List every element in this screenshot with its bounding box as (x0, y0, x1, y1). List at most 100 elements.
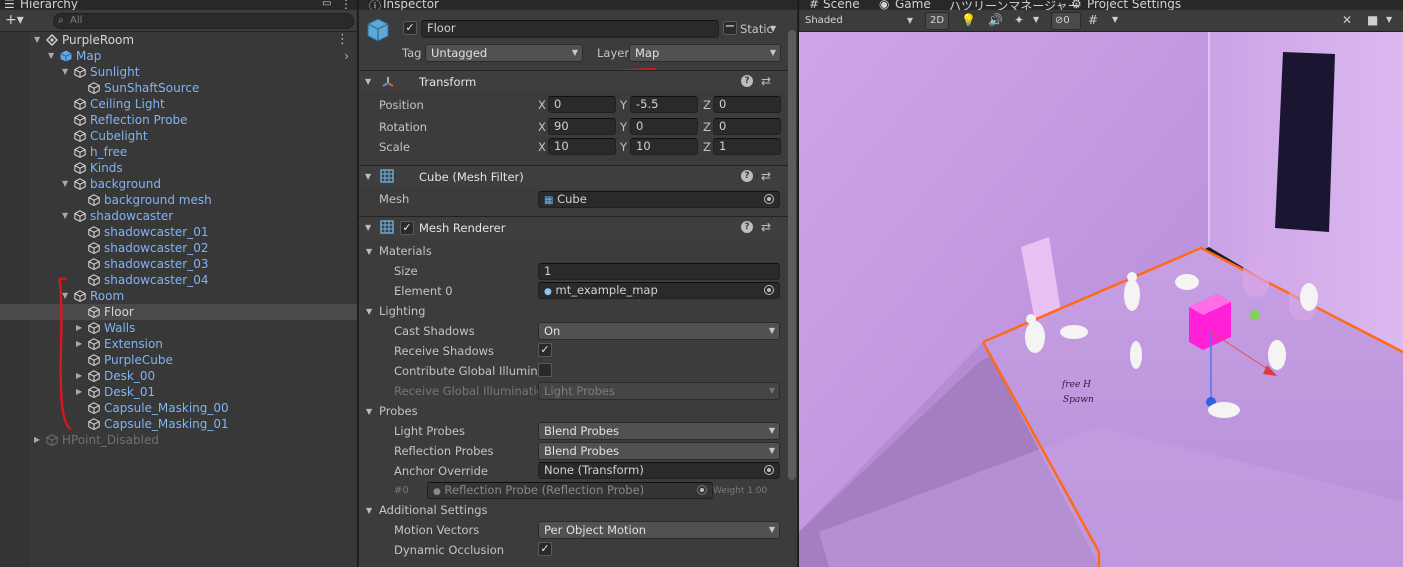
presets-icon[interactable]: ⇄ (761, 169, 771, 183)
object-picker-icon[interactable] (764, 465, 774, 475)
hierarchy-item[interactable]: ▼ PurpleRoom ⋮ (0, 32, 357, 48)
hierarchy-item[interactable]: h_free (0, 144, 357, 160)
gameobject-cube-icon (88, 306, 100, 318)
gizmo-y-handle[interactable] (1250, 310, 1260, 320)
create-button[interactable]: +▾ (5, 12, 24, 28)
static-label[interactable]: Static (740, 22, 773, 36)
additional-settings-label[interactable]: Additional Settings (379, 503, 488, 517)
mesh-filter-header[interactable]: ▼ Cube (Mesh Filter) ? ⇄ ⋮ (359, 165, 797, 187)
scene-menu-icon[interactable]: ⋮ (336, 32, 349, 48)
prefab-open-icon[interactable]: › (344, 48, 349, 64)
grid-dropdown-icon[interactable]: ▼ (1112, 15, 1118, 24)
materials-foldout-arrow[interactable]: ▼ (366, 247, 372, 256)
expand-arrow-icon[interactable]: ▼ (62, 208, 68, 224)
cast-shadows-dropdown[interactable]: On ▼ (538, 322, 780, 340)
static-checkbox[interactable]: − (723, 20, 737, 35)
inspector-scrollbar[interactable] (788, 30, 796, 480)
hierarchy-item[interactable]: ▼ Sunlight (0, 64, 357, 80)
presets-icon[interactable]: ⇄ (761, 74, 771, 88)
shading-mode-dropdown[interactable]: Shaded ▼ (800, 12, 918, 30)
transform-header[interactable]: ▼ Transform ? ⇄ ⋮ (359, 70, 797, 92)
object-active-checkbox[interactable]: ✓ (403, 21, 417, 35)
camera-dropdown-icon[interactable]: ▼ (1386, 15, 1392, 24)
receive-shadows-checkbox[interactable]: ✓ (538, 343, 552, 357)
collapse-arrow-icon[interactable]: ▶ (76, 384, 82, 400)
transform-y-field[interactable]: 10 (630, 138, 698, 155)
hierarchy-item[interactable]: Cubelight (0, 128, 357, 144)
expand-arrow-icon[interactable]: ▼ (62, 64, 68, 80)
transform-x-field[interactable]: 0 (548, 96, 616, 113)
transform-y-field[interactable]: -5.5 (630, 96, 698, 113)
object-picker-icon[interactable] (764, 194, 774, 204)
tag-dropdown[interactable]: Untagged ▼ (425, 44, 583, 62)
tools-icon[interactable]: ✕ (1342, 13, 1352, 27)
effects-dropdown-icon[interactable]: ▼ (1033, 15, 1039, 24)
collapse-arrow-icon[interactable]: ▶ (34, 432, 40, 448)
hierarchy-item[interactable]: Ceiling Light (0, 96, 357, 112)
scene-viewport[interactable]: free H Spawn (799, 32, 1403, 567)
contribute-gi-checkbox[interactable] (538, 363, 552, 377)
additional-foldout-arrow[interactable]: ▼ (366, 506, 372, 515)
transform-z-field[interactable]: 1 (713, 138, 781, 155)
hierarchy-item[interactable]: ▶ HPoint_Disabled (0, 432, 357, 448)
scene-panel: # Scene ◉ Game ハツリーンマネージャー ⚙ Project Set… (799, 0, 1403, 567)
light-probes-dropdown[interactable]: Blend Probes ▼ (538, 422, 780, 440)
lock-icon[interactable]: ▭ (322, 0, 331, 9)
transform-y-field[interactable]: 0 (630, 118, 698, 135)
effects-icon[interactable]: ✦ (1014, 13, 1024, 27)
hierarchy-item[interactable]: ▼ shadowcaster (0, 208, 357, 224)
transform-z-field[interactable]: 0 (713, 96, 781, 113)
probes-label[interactable]: Probes (379, 404, 418, 418)
hierarchy-item[interactable]: SunShaftSource (0, 80, 357, 96)
foldout-arrow-icon[interactable]: ▼ (365, 172, 371, 181)
expand-arrow-icon[interactable]: ▼ (34, 32, 40, 48)
camera-icon[interactable]: ■ (1367, 13, 1378, 27)
toggle-2d-button[interactable]: 2D (925, 12, 949, 30)
collapse-arrow-icon[interactable]: ▶ (76, 368, 82, 384)
lighting-foldout-arrow[interactable]: ▼ (366, 307, 372, 316)
transform-z-field[interactable]: 0 (713, 118, 781, 135)
help-icon[interactable]: ? (741, 221, 753, 233)
expand-arrow-icon[interactable]: ▼ (48, 48, 54, 64)
mesh-renderer-header[interactable]: ▼ ✓ Mesh Renderer ? ⇄ ⋮ (359, 216, 797, 238)
hidden-objects-toggle[interactable]: ⊘0 (1051, 12, 1081, 30)
static-dropdown-caret[interactable]: ▼ (770, 24, 776, 33)
reflection-probes-dropdown[interactable]: Blend Probes ▼ (538, 442, 780, 460)
hierarchy-item[interactable]: shadowcaster_02 (0, 240, 357, 256)
transform-x-field[interactable]: 10 (548, 138, 616, 155)
materials-size-field[interactable]: 1 (538, 263, 780, 280)
hierarchy-item[interactable]: Kinds (0, 160, 357, 176)
hierarchy-item[interactable]: background mesh (0, 192, 357, 208)
hierarchy-item[interactable]: shadowcaster_03 (0, 256, 357, 272)
lighting-label[interactable]: Lighting (379, 304, 425, 318)
object-picker-icon[interactable] (764, 285, 774, 295)
motion-vectors-dropdown[interactable]: Per Object Motion ▼ (538, 521, 780, 539)
collapse-arrow-icon[interactable]: ▶ (76, 336, 82, 352)
help-icon[interactable]: ? (741, 75, 753, 87)
hierarchy-item[interactable]: ▼ Map › (0, 48, 357, 64)
hierarchy-search-input[interactable]: ⌕ All (53, 13, 354, 29)
probes-foldout-arrow[interactable]: ▼ (366, 407, 372, 416)
materials-label[interactable]: Materials (379, 244, 432, 258)
grid-icon[interactable]: # (1088, 13, 1098, 27)
mesh-renderer-enabled-checkbox[interactable]: ✓ (400, 221, 414, 235)
hierarchy-item[interactable]: Reflection Probe (0, 112, 357, 128)
hierarchy-item[interactable]: ▼ background (0, 176, 357, 192)
hierarchy-item-label: Capsule_Masking_01 (104, 417, 229, 431)
mesh-object-field[interactable]: ▦ Cube (538, 191, 780, 208)
dynamic-occlusion-checkbox[interactable]: ✓ (538, 542, 552, 556)
foldout-arrow-icon[interactable]: ▼ (365, 223, 371, 232)
lighting-bulb-icon[interactable]: 💡 (961, 13, 976, 27)
element0-material-field[interactable]: ● mt_example_map (538, 282, 780, 299)
presets-icon[interactable]: ⇄ (761, 220, 771, 234)
anchor-override-field[interactable]: None (Transform) (538, 462, 780, 479)
collapse-arrow-icon[interactable]: ▶ (76, 320, 82, 336)
hierarchy-item[interactable]: shadowcaster_01 (0, 224, 357, 240)
object-name-field[interactable]: Floor (421, 20, 719, 38)
layer-dropdown[interactable]: Map ▼ (629, 44, 781, 62)
expand-arrow-icon[interactable]: ▼ (62, 176, 68, 192)
help-icon[interactable]: ? (741, 170, 753, 182)
audio-icon[interactable]: 🔊 (988, 13, 1003, 27)
transform-x-field[interactable]: 90 (548, 118, 616, 135)
foldout-arrow-icon[interactable]: ▼ (365, 77, 371, 86)
